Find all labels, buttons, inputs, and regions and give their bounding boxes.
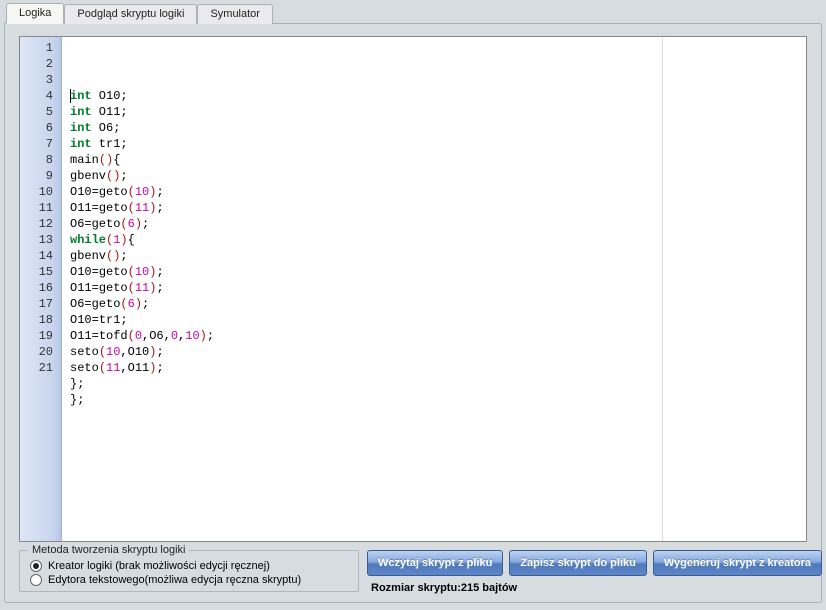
code-line[interactable]: O6=geto(6); xyxy=(70,296,800,312)
tab-logika[interactable]: Logika xyxy=(6,3,64,24)
code-line[interactable]: O11=geto(11); xyxy=(70,200,800,216)
code-line[interactable]: O11=geto(11); xyxy=(70,280,800,296)
code-line[interactable]: gbenv(); xyxy=(70,168,800,184)
line-number: 9 xyxy=(20,168,61,184)
load-script-button[interactable]: Wczytaj skrypt z pliku xyxy=(367,550,503,576)
code-editor[interactable]: 123456789101112131415161718192021 int O1… xyxy=(19,36,807,542)
code-line[interactable]: }; xyxy=(70,392,800,408)
script-size-status: Rozmiar skryptu:215 bajtów xyxy=(367,582,807,594)
line-number: 11 xyxy=(20,200,61,216)
line-number: 2 xyxy=(20,56,61,72)
code-line[interactable]: O11=tofd(0,O6,0,10); xyxy=(70,328,800,344)
code-line[interactable]: int tr1; xyxy=(70,136,800,152)
line-number: 18 xyxy=(20,312,61,328)
line-number: 5 xyxy=(20,104,61,120)
code-line[interactable]: }; xyxy=(70,376,800,392)
line-number: 8 xyxy=(20,152,61,168)
code-line[interactable]: seto(11,O11); xyxy=(70,360,800,376)
line-number: 12 xyxy=(20,216,61,232)
code-line[interactable]: int O11; xyxy=(70,104,800,120)
generate-script-button[interactable]: Wygeneruj skrypt z kreatora xyxy=(653,550,822,576)
code-line[interactable]: int O10; xyxy=(70,88,800,104)
radio-icon xyxy=(30,560,42,572)
app-root: Logika Podgląd skryptu logiki Symulator … xyxy=(0,0,826,610)
line-number: 19 xyxy=(20,328,61,344)
line-number-gutter: 123456789101112131415161718192021 xyxy=(20,37,62,541)
group-title: Metoda tworzenia skryptu logiki xyxy=(28,544,189,556)
code-line[interactable]: while(1){ xyxy=(70,232,800,248)
code-line[interactable]: O10=geto(10); xyxy=(70,264,800,280)
code-line[interactable]: O10=tr1; xyxy=(70,312,800,328)
line-number: 20 xyxy=(20,344,61,360)
line-number: 10 xyxy=(20,184,61,200)
code-area[interactable]: int O10;int O11;int O6;int tr1;main(){gb… xyxy=(62,37,806,541)
right-margin-guide xyxy=(662,37,663,541)
line-number: 13 xyxy=(20,232,61,248)
radio-kreator[interactable]: Kreator logiki (brak możliwości edycji r… xyxy=(30,559,348,573)
line-number: 17 xyxy=(20,296,61,312)
line-number: 21 xyxy=(20,360,61,376)
tab-pane-logika: 123456789101112131415161718192021 int O1… xyxy=(4,23,822,603)
code-line[interactable]: O10=geto(10); xyxy=(70,184,800,200)
tab-podglad[interactable]: Podgląd skryptu logiki xyxy=(64,4,197,24)
tab-symulator[interactable]: Symulator xyxy=(197,4,273,24)
line-number: 4 xyxy=(20,88,61,104)
right-column: Wczytaj skrypt z pliku Zapisz skrypt do … xyxy=(367,550,807,594)
code-line[interactable]: O6=geto(6); xyxy=(70,216,800,232)
radio-label-edytor: Edytora tekstowego(możliwa edycja ręczna… xyxy=(48,574,301,586)
code-line[interactable]: main(){ xyxy=(70,152,800,168)
button-row: Wczytaj skrypt z pliku Zapisz skrypt do … xyxy=(367,550,807,576)
code-line[interactable]: seto(10,O10); xyxy=(70,344,800,360)
line-number: 6 xyxy=(20,120,61,136)
radio-edytor[interactable]: Edytora tekstowego(możliwa edycja ręczna… xyxy=(30,573,348,587)
code-line[interactable]: int O6; xyxy=(70,120,800,136)
line-number: 16 xyxy=(20,280,61,296)
line-number: 1 xyxy=(20,40,61,56)
bottom-bar: Metoda tworzenia skryptu logiki Kreator … xyxy=(13,550,813,594)
code-line[interactable]: gbenv(); xyxy=(70,248,800,264)
line-number: 14 xyxy=(20,248,61,264)
code-line[interactable] xyxy=(70,408,800,424)
script-method-group: Metoda tworzenia skryptu logiki Kreator … xyxy=(19,550,359,592)
tab-strip: Logika Podgląd skryptu logiki Symulator xyxy=(6,2,822,24)
line-number: 15 xyxy=(20,264,61,280)
save-script-button[interactable]: Zapisz skrypt do pliku xyxy=(509,550,647,576)
radio-icon xyxy=(30,574,42,586)
line-number: 3 xyxy=(20,72,61,88)
line-number: 7 xyxy=(20,136,61,152)
radio-label-kreator: Kreator logiki (brak możliwości edycji r… xyxy=(48,560,270,572)
